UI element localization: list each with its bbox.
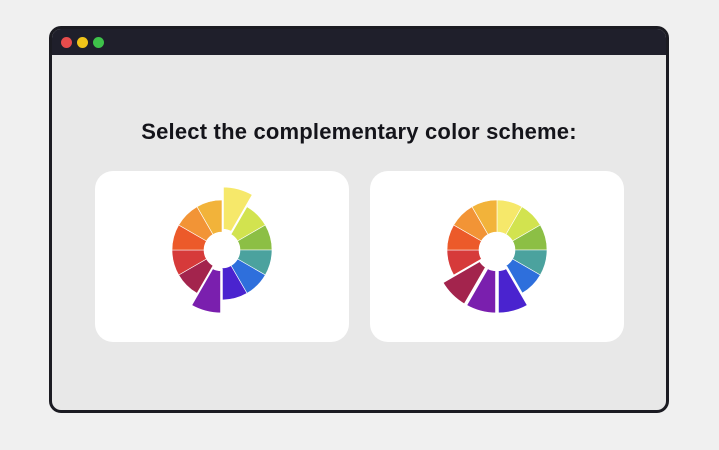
option-card-b[interactable] bbox=[370, 171, 624, 342]
close-window-icon[interactable] bbox=[61, 37, 72, 48]
color-wheel-b bbox=[440, 199, 548, 316]
color-wheel-a bbox=[171, 184, 273, 316]
title-bar bbox=[52, 29, 666, 55]
option-card-a[interactable] bbox=[95, 171, 349, 342]
wheel-center bbox=[204, 232, 240, 268]
question-heading: Select the complementary color scheme: bbox=[141, 119, 577, 144]
maximize-window-icon[interactable] bbox=[93, 37, 104, 48]
wheel-center bbox=[479, 232, 515, 268]
browser-window: Select the complementary color scheme: bbox=[49, 26, 669, 413]
minimize-window-icon[interactable] bbox=[77, 37, 88, 48]
